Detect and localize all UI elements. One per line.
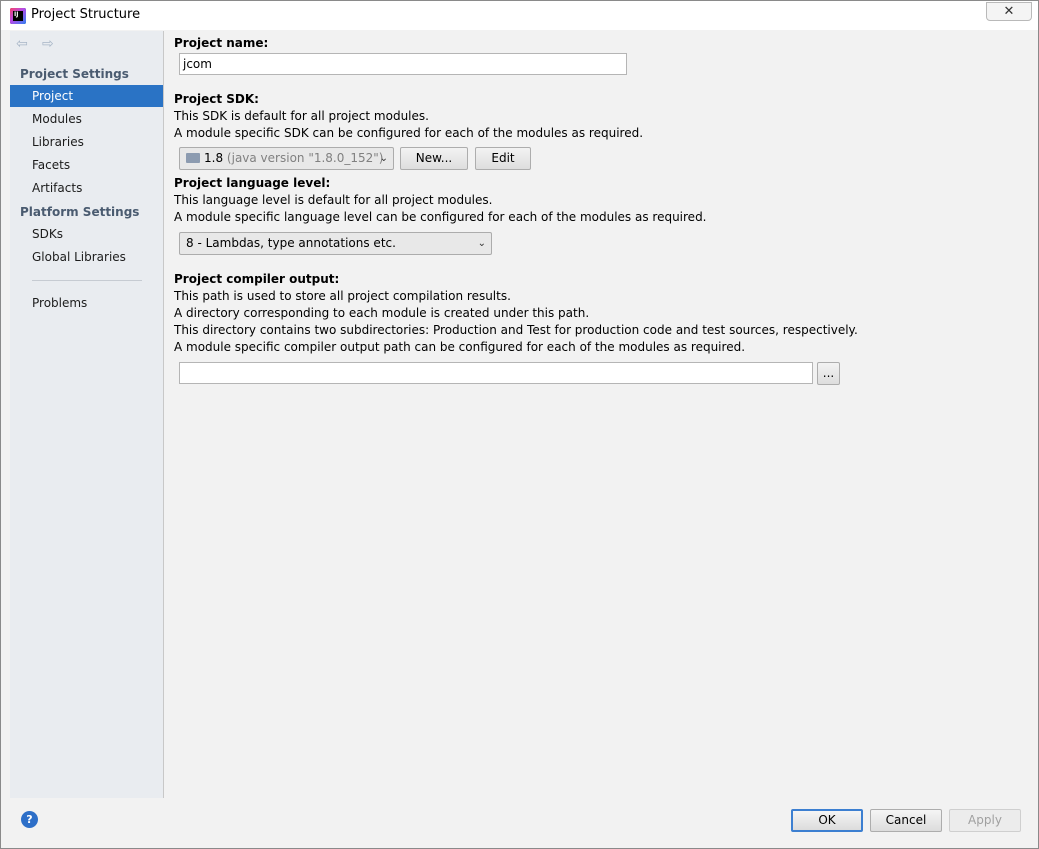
sdk-version-detail: (java version "1.8.0_152") [226, 151, 384, 165]
compiler-output-description-4: A module specific compiler output path c… [174, 340, 746, 354]
close-button[interactable]: ✕ [986, 2, 1032, 21]
sidebar-item-global-libraries[interactable]: Global Libraries [10, 246, 163, 268]
platform-settings-header: Platform Settings [20, 205, 140, 219]
language-level-select[interactable]: 8 - Lambdas, type annotations etc. ⌄ [179, 232, 492, 255]
sidebar-item-modules[interactable]: Modules [10, 108, 163, 130]
project-sdk-label: Project SDK: [174, 92, 259, 106]
folder-icon [186, 153, 200, 163]
intellij-idea-icon: IJ [10, 8, 26, 24]
help-icon[interactable]: ? [21, 811, 38, 828]
navigation-arrows: ⇦ ⇨ [16, 37, 56, 53]
settings-sidebar: ⇦ ⇨ Project Settings Project Modules Lib… [10, 31, 164, 798]
title-bar: IJ Project Structure ✕ [1, 1, 1038, 30]
sidebar-item-project[interactable]: Project [10, 85, 163, 107]
language-level-description-2: A module specific language level can be … [174, 210, 707, 224]
browse-button[interactable]: ... [817, 362, 840, 385]
chevron-down-icon: ⌄ [379, 153, 388, 164]
language-level-description-1: This language level is default for all p… [174, 193, 493, 207]
project-structure-dialog: IJ Project Structure ✕ ⇦ ⇨ Project Setti… [0, 0, 1039, 849]
project-sdk-description-2: A module specific SDK can be configured … [174, 126, 644, 140]
sidebar-item-libraries[interactable]: Libraries [10, 131, 163, 153]
compiler-output-description-2: A directory corresponding to each module… [174, 306, 590, 320]
language-level-value: 8 - Lambdas, type annotations etc. [186, 236, 396, 250]
sdk-version: 1.8 [204, 151, 224, 165]
sidebar-divider [32, 280, 142, 281]
sidebar-item-artifacts[interactable]: Artifacts [10, 177, 163, 199]
sdk-new-button[interactable]: New... [400, 147, 468, 170]
project-name-label: Project name: [174, 36, 269, 50]
compiler-output-description-3: This directory contains two subdirectori… [174, 323, 858, 337]
chevron-down-icon: ⌄ [477, 238, 486, 249]
project-settings-panel: Project name: jcom Project SDK: This SDK… [164, 31, 1034, 798]
project-name-input[interactable]: jcom [179, 53, 627, 75]
sdk-edit-button[interactable]: Edit [475, 147, 531, 170]
sidebar-item-facets[interactable]: Facets [10, 154, 163, 176]
language-level-label: Project language level: [174, 176, 331, 190]
compiler-output-input[interactable] [179, 362, 813, 384]
cancel-button[interactable]: Cancel [870, 809, 942, 832]
back-arrow-icon[interactable]: ⇦ [16, 37, 30, 51]
sidebar-item-problems[interactable]: Problems [10, 292, 163, 314]
sidebar-item-sdks[interactable]: SDKs [10, 223, 163, 245]
apply-button[interactable]: Apply [949, 809, 1021, 832]
ok-button[interactable]: OK [791, 809, 863, 832]
compiler-output-label: Project compiler output: [174, 272, 340, 286]
project-settings-header: Project Settings [20, 67, 129, 81]
compiler-output-description-1: This path is used to store all project c… [174, 289, 511, 303]
window-title: Project Structure [31, 7, 141, 22]
project-sdk-description-1: This SDK is default for all project modu… [174, 109, 429, 123]
forward-arrow-icon[interactable]: ⇨ [42, 37, 56, 51]
project-sdk-select[interactable]: 1.8 (java version "1.8.0_152") ⌄ [179, 147, 394, 170]
